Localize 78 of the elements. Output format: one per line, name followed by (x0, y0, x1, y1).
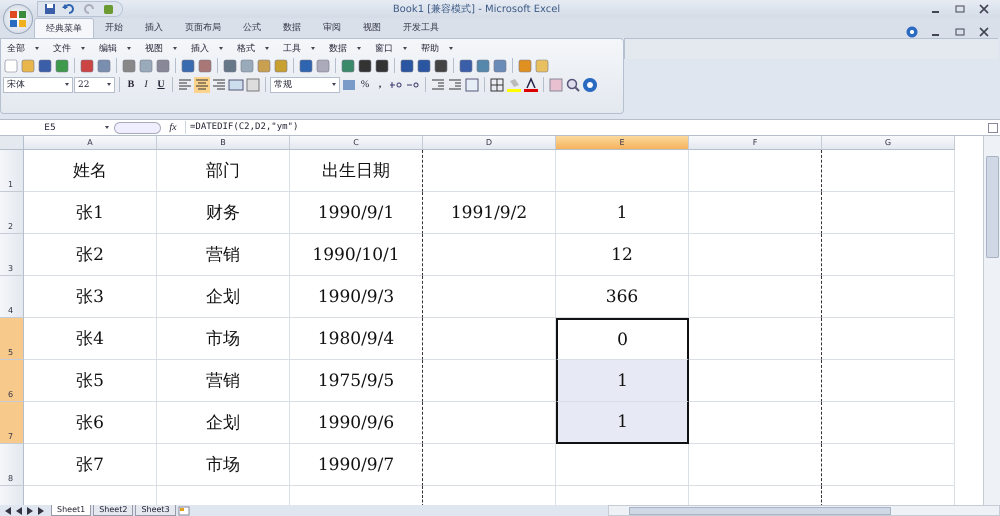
row-header[interactable]: 6 (0, 360, 24, 402)
table-cell: 张7 (24, 444, 157, 486)
row-header[interactable]: 2 (0, 192, 24, 234)
table-cell: 营销 (157, 234, 290, 276)
table-cell: 企划 (157, 276, 290, 318)
underline-button[interactable]: U (154, 77, 168, 92)
ribbon-tab[interactable]: 数据 (272, 18, 312, 38)
table-cell: 张6 (24, 402, 157, 444)
table-cell: 财务 (157, 192, 290, 234)
menu-item[interactable]: 格式 (233, 42, 279, 54)
column-header[interactable]: B (157, 136, 290, 150)
bold-button[interactable]: B (124, 77, 138, 92)
menu-item[interactable]: 数据 (325, 42, 371, 54)
row-header[interactable]: 4 (0, 276, 24, 318)
ribbon-tab[interactable]: 经典菜单 (34, 18, 94, 38)
row-header[interactable]: 3 (0, 234, 24, 276)
table-cell: 1990/9/3 (290, 276, 423, 318)
insert-function-button[interactable]: fx (161, 122, 185, 133)
name-box[interactable]: E5 (0, 122, 100, 132)
table-cell: 企划 (157, 402, 290, 444)
ribbon-tab[interactable]: 页面布局 (174, 18, 232, 38)
ribbon-tab[interactable]: 视图 (352, 18, 392, 38)
menu-item[interactable]: 插入 (187, 42, 233, 54)
table-cell: 1975/9/5 (290, 360, 423, 402)
row-header[interactable]: 1 (0, 150, 24, 192)
font-dropdown[interactable]: 宋体 (3, 76, 73, 92)
table-cell: 1990/9/1 (290, 192, 423, 234)
table-cell: 1 (556, 360, 689, 402)
row-header[interactable]: 8 (0, 444, 24, 486)
sheet-tab[interactable]: Sheet2 (93, 505, 134, 516)
comma-button[interactable]: , (373, 77, 387, 92)
row-header[interactable]: 5 (0, 318, 24, 360)
table-cell: 1990/10/1 (290, 234, 423, 276)
italic-button[interactable]: I (139, 77, 153, 92)
table-cell: 张5 (24, 360, 157, 402)
menu-item[interactable]: 窗口 (371, 42, 417, 54)
column-header[interactable]: F (689, 136, 822, 150)
table-cell: 出生日期 (290, 150, 423, 192)
column-header[interactable]: E (556, 136, 689, 150)
table-cell: 1 (556, 402, 689, 444)
menu-item[interactable]: 编辑 (95, 42, 141, 54)
table-cell: 部门 (157, 150, 290, 192)
table-cell: 姓名 (24, 150, 157, 192)
table-cell: 营销 (157, 360, 290, 402)
menu-item[interactable]: 帮助 (417, 42, 463, 54)
menu-item[interactable]: 文件 (49, 42, 95, 54)
row-header[interactable]: 7 (0, 402, 24, 444)
column-header[interactable]: G (822, 136, 955, 150)
table-cell: 市场 (157, 444, 290, 486)
menu-item[interactable]: 全部 (3, 42, 49, 54)
sheet-tab[interactable]: Sheet3 (135, 505, 176, 516)
ribbon-tab[interactable]: 开发工具 (392, 18, 450, 38)
table-cell: 1991/9/2 (423, 192, 556, 234)
table-cell: 12 (556, 234, 689, 276)
table-cell: 张2 (24, 234, 157, 276)
table-cell: 张3 (24, 276, 157, 318)
column-header[interactable]: D (423, 136, 556, 150)
ribbon-tab[interactable]: 开始 (94, 18, 134, 38)
font-size-dropdown[interactable]: 22 (74, 76, 115, 92)
sheet-tab[interactable]: Sheet1 (51, 505, 92, 516)
ribbon-tab[interactable]: 插入 (134, 18, 174, 38)
ribbon-tab[interactable]: 公式 (232, 18, 272, 38)
column-header[interactable]: C (290, 136, 423, 150)
menu-item[interactable]: 工具 (279, 42, 325, 54)
table-cell: 1980/9/4 (290, 318, 423, 360)
table-cell: 1 (556, 192, 689, 234)
table-cell: 张1 (24, 192, 157, 234)
table-cell: 1990/9/6 (290, 402, 423, 444)
ribbon-tab[interactable]: 审阅 (312, 18, 352, 38)
table-cell: 1990/9/7 (290, 444, 423, 486)
table-cell: 市场 (157, 318, 290, 360)
column-header[interactable]: A (24, 136, 157, 150)
percent-button[interactable]: % (358, 77, 372, 92)
table-cell: 张4 (24, 318, 157, 360)
window-title: Book1 [兼容模式] - Microsoft Excel (392, 2, 562, 16)
table-cell: 366 (556, 276, 689, 318)
menu-item[interactable]: 视图 (141, 42, 187, 54)
number-format-dropdown[interactable]: 常规 (270, 76, 340, 92)
